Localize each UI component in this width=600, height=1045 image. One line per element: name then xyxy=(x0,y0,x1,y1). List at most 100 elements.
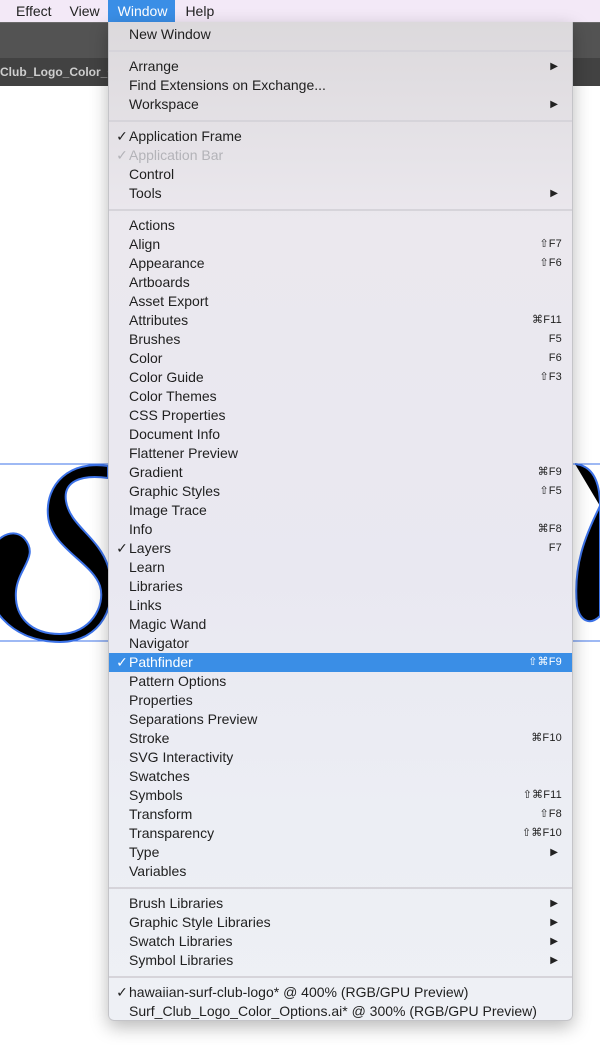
menu-item-application-frame[interactable]: ✓ Application Frame xyxy=(109,127,572,146)
menu-item-actions[interactable]: Actions xyxy=(109,216,572,235)
menu-item-asset-export[interactable]: Asset Export xyxy=(109,292,572,311)
menu-item-symbol-libraries[interactable]: Symbol Libraries ▶ xyxy=(109,951,572,970)
menu-item-css-properties[interactable]: CSS Properties xyxy=(109,406,572,425)
menu-item-stroke[interactable]: Stroke ⌘F10 xyxy=(109,729,572,748)
menu-item-svg-interactivity[interactable]: SVG Interactivity xyxy=(109,748,572,767)
menu-item-label: Surf_Club_Logo_Color_Options.ai* @ 300% … xyxy=(129,1003,537,1019)
menu-item-navigator[interactable]: Navigator xyxy=(109,634,572,653)
menu-item-layers[interactable]: ✓ Layers F7 xyxy=(109,539,572,558)
menu-item-graphic-styles[interactable]: Graphic Styles ⇧F5 xyxy=(109,482,572,501)
menu-item-label: Appearance xyxy=(129,255,205,271)
menu-item-pattern-options[interactable]: Pattern Options xyxy=(109,672,572,691)
menubar-item-view[interactable]: View xyxy=(60,0,108,22)
document-tab[interactable]: Club_Logo_Color_Options xyxy=(0,58,110,86)
menu-item-label: Learn xyxy=(129,559,165,575)
menu-item-label: hawaiian-surf-club-logo* @ 400% (RGB/GPU… xyxy=(129,984,469,1000)
menu-item-type[interactable]: Type ▶ xyxy=(109,843,572,862)
menu-item-libraries[interactable]: Libraries xyxy=(109,577,572,596)
menubar-item-effect[interactable]: Effect xyxy=(6,0,60,22)
menu-item-label: Pattern Options xyxy=(129,673,227,689)
menu-item-tools[interactable]: Tools ▶ xyxy=(109,184,572,203)
menu-item-color-themes[interactable]: Color Themes xyxy=(109,387,572,406)
menu-item-transform[interactable]: Transform ⇧F8 xyxy=(109,805,572,824)
menu-item-attributes[interactable]: Attributes ⌘F11 xyxy=(109,311,572,330)
keyboard-shortcut: ⇧⌘F10 xyxy=(521,827,562,839)
menu-item-learn[interactable]: Learn xyxy=(109,558,572,577)
menubar-item-help[interactable]: Help xyxy=(175,0,222,22)
menu-item-label: Transparency xyxy=(129,825,215,841)
menu-item-arrange[interactable]: Arrange ▶ xyxy=(109,57,572,76)
menu-item-separations-preview[interactable]: Separations Preview xyxy=(109,710,572,729)
menu-item-flattener-preview[interactable]: Flattener Preview xyxy=(109,444,572,463)
menu-item-appearance[interactable]: Appearance ⇧F6 xyxy=(109,254,572,273)
menu-item-brush-libraries[interactable]: Brush Libraries ▶ xyxy=(109,894,572,913)
menu-item-label: Layers xyxy=(129,540,172,556)
menu-item-document-info[interactable]: Document Info xyxy=(109,425,572,444)
menu-item-swatch-libraries[interactable]: Swatch Libraries ▶ xyxy=(109,932,572,951)
menu-item-label: Symbols xyxy=(129,787,183,803)
keyboard-shortcut: ⇧⌘F11 xyxy=(522,789,562,801)
menu-item-label: Navigator xyxy=(129,635,189,651)
menu-separator xyxy=(109,50,572,52)
menu-item-swatches[interactable]: Swatches xyxy=(109,767,572,786)
menu-item-label: Graphic Style Libraries xyxy=(129,914,271,930)
menu-item-find-extensions-on-exchange[interactable]: Find Extensions on Exchange... xyxy=(109,76,572,95)
menu-item-control[interactable]: Control xyxy=(109,165,572,184)
menu-item-label: Arrange xyxy=(129,58,179,74)
menu-item-symbols[interactable]: Symbols ⇧⌘F11 xyxy=(109,786,572,805)
menu-item-surf-club-logo-color-options-ai-300-rgb-gpu-preview[interactable]: Surf_Club_Logo_Color_Options.ai* @ 300% … xyxy=(109,1002,572,1021)
menu-item-label: Graphic Styles xyxy=(129,483,221,499)
keyboard-shortcut: ⇧F5 xyxy=(539,485,562,497)
menu-item-artboards[interactable]: Artboards xyxy=(109,273,572,292)
menu-item-workspace[interactable]: Workspace ▶ xyxy=(109,95,572,114)
menu-item-label: Properties xyxy=(129,692,193,708)
keyboard-shortcut: ⌘F9 xyxy=(537,466,562,478)
menu-item-label: Image Trace xyxy=(129,502,207,518)
menu-item-gradient[interactable]: Gradient ⌘F9 xyxy=(109,463,572,482)
submenu-arrow-icon: ▶ xyxy=(550,188,558,199)
menu-item-properties[interactable]: Properties xyxy=(109,691,572,710)
menu-item-align[interactable]: Align ⇧F7 xyxy=(109,235,572,254)
menu-item-label: Artboards xyxy=(129,274,190,290)
menu-item-variables[interactable]: Variables xyxy=(109,862,572,881)
menu-item-label: Color Guide xyxy=(129,369,204,385)
menu-item-label: Libraries xyxy=(129,578,183,594)
menu-item-info[interactable]: Info ⌘F8 xyxy=(109,520,572,539)
keyboard-shortcut: ⇧F7 xyxy=(539,238,562,250)
menu-item-label: Brushes xyxy=(129,331,181,347)
submenu-arrow-icon: ▶ xyxy=(550,955,558,966)
checkmark-icon: ✓ xyxy=(116,147,128,163)
menu-separator xyxy=(109,120,572,122)
menu-item-graphic-style-libraries[interactable]: Graphic Style Libraries ▶ xyxy=(109,913,572,932)
keyboard-shortcut: ⇧F6 xyxy=(539,257,562,269)
menu-item-label: Gradient xyxy=(129,464,183,480)
menu-item-image-trace[interactable]: Image Trace xyxy=(109,501,572,520)
checkmark-icon: ✓ xyxy=(116,128,128,144)
menu-separator xyxy=(109,209,572,211)
keyboard-shortcut: ⌘F8 xyxy=(537,523,562,535)
menu-item-label: Info xyxy=(129,521,153,537)
menu-item-label: Swatches xyxy=(129,768,190,784)
menu-item-label: Stroke xyxy=(129,730,170,746)
menu-item-label: Transform xyxy=(129,806,193,822)
menu-item-pathfinder[interactable]: ✓ Pathfinder ⇧⌘F9 xyxy=(109,653,572,672)
menu-item-label: Align xyxy=(129,236,161,252)
letter-right-shape xyxy=(574,463,600,623)
keyboard-shortcut: ⇧⌘F9 xyxy=(528,656,562,668)
menu-item-label: Workspace xyxy=(129,96,199,112)
menu-item-label: Brush Libraries xyxy=(129,895,224,911)
menu-item-color[interactable]: Color F6 xyxy=(109,349,572,368)
menu-item-label: Pathfinder xyxy=(129,654,193,670)
menu-item-links[interactable]: Links xyxy=(109,596,572,615)
menu-item-hawaiian-surf-club-logo-400-rgb-gpu-preview[interactable]: ✓ hawaiian-surf-club-logo* @ 400% (RGB/GP… xyxy=(109,983,572,1002)
submenu-arrow-icon: ▶ xyxy=(550,917,558,928)
menubar-item-window[interactable]: Window xyxy=(107,0,176,22)
menu-item-brushes[interactable]: Brushes F5 xyxy=(109,330,572,349)
window-menu-dropdown: New Window Arrange ▶ Find Extensions on Exc… xyxy=(108,22,573,1021)
menu-item-color-guide[interactable]: Color Guide ⇧F3 xyxy=(109,368,572,387)
menu-item-label: Actions xyxy=(129,217,175,233)
menu-item-new-window[interactable]: New Window xyxy=(109,25,572,44)
keyboard-shortcut: ⌘F11 xyxy=(532,314,562,326)
menu-item-transparency[interactable]: Transparency ⇧⌘F10 xyxy=(109,824,572,843)
menu-item-magic-wand[interactable]: Magic Wand xyxy=(109,615,572,634)
